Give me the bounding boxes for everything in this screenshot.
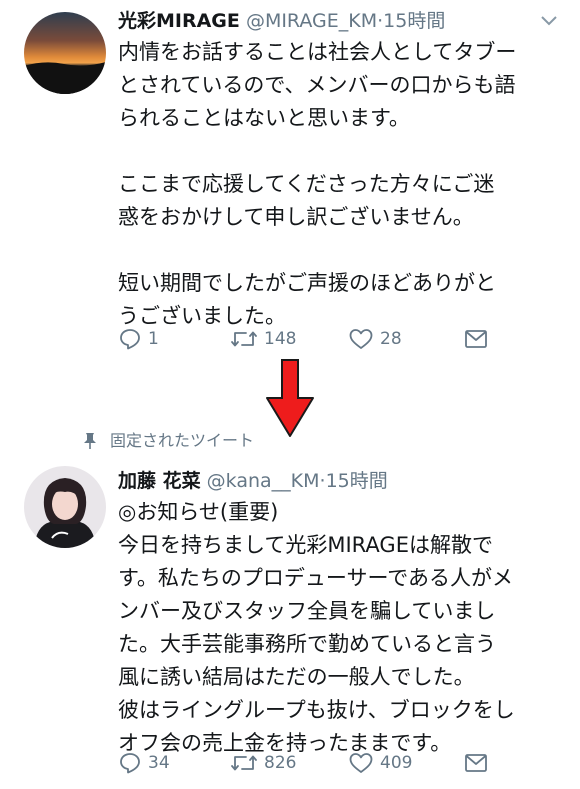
red-down-arrow-icon	[266, 359, 314, 437]
user-handle[interactable]: @kana__KM	[207, 470, 320, 492]
like-count: 409	[380, 753, 413, 773]
tweet-actions: 1 148 28	[118, 324, 558, 354]
tweet-text: 内情をお話することは社会人としてタブー とされているので、メンバーの口からも語 …	[118, 36, 562, 333]
display-name[interactable]: 加藤 花菜	[118, 470, 201, 492]
like-count: 28	[380, 329, 402, 349]
tweet-line: とされているので、メンバーの口からも語	[118, 73, 516, 97]
pinned-tweet-label: 固定されたツイート	[82, 426, 254, 456]
timestamp[interactable]: 15時間	[326, 470, 388, 492]
line-break	[118, 135, 562, 168]
display-name[interactable]: 光彩MIRAGE	[118, 10, 240, 32]
tweet-line: 彼はライングループも抜け、ブロックをし	[118, 698, 515, 722]
user-handle[interactable]: @MIRAGE_KM	[246, 10, 377, 32]
reply-icon	[120, 329, 140, 350]
retweet-count: 826	[264, 753, 297, 773]
timestamp[interactable]: 15時間	[383, 10, 445, 32]
direct-message-button[interactable]	[464, 324, 488, 354]
tweet-actions: 34 826 409	[118, 748, 558, 778]
tweet-line: られることはないと思います。	[118, 106, 410, 130]
heart-icon	[349, 753, 373, 773]
tweet-line: 惑をおかけして申し訳ございません。	[118, 205, 474, 229]
tweet-line: 内情をお話することは社会人としてタブー	[118, 40, 517, 64]
retweet-count: 148	[264, 329, 297, 349]
tweet-text: ◎お知らせ(重要) 今日を持ちまして光彩MIRAGEは解散で す。私たちのプロデ…	[118, 496, 562, 760]
reply-icon	[120, 753, 140, 774]
like-button[interactable]: 28	[348, 324, 402, 354]
chevron-down-icon[interactable]	[540, 13, 558, 27]
reply-count: 34	[148, 753, 170, 773]
tweet-header: 加藤 花菜 @kana__KM·15時間	[118, 466, 562, 496]
tweet-line: ンバー及びスタッフ全員を騙していまし	[118, 599, 496, 623]
avatar[interactable]	[24, 466, 106, 548]
envelope-icon	[465, 330, 487, 348]
tweet-line: す。私たちのプロデューサーである人がメ	[118, 566, 514, 590]
direct-message-button[interactable]	[464, 748, 488, 778]
tweet-header: 光彩MIRAGE @MIRAGE_KM·15時間	[118, 6, 562, 36]
retweet-button[interactable]: 826	[230, 748, 296, 778]
tweet-line: 風に誘い結局はただの一般人でした。	[118, 665, 475, 689]
tweet-line: 今日を持ちまして光彩MIRAGEは解散で	[118, 533, 493, 557]
reply-count: 1	[148, 329, 159, 349]
reply-button[interactable]: 34	[118, 748, 170, 778]
like-button[interactable]: 409	[348, 748, 412, 778]
envelope-icon	[465, 754, 487, 772]
retweet-icon	[231, 331, 257, 347]
tweet-line: た。大手芸能事務所で勤めていると言う	[118, 632, 496, 656]
avatar[interactable]	[24, 12, 106, 94]
tweet-line: ここまで応援してくださった方々にご迷	[118, 172, 495, 196]
reply-button[interactable]: 1	[118, 324, 159, 354]
pin-icon	[84, 433, 96, 449]
retweet-icon	[231, 755, 257, 771]
tweet-line: ◎お知らせ(重要)	[118, 500, 279, 524]
pinned-text: 固定されたツイート	[110, 431, 255, 450]
line-break	[118, 234, 562, 267]
tweet-line: 短い期間でしたがご声援のほどありがと	[118, 271, 496, 295]
retweet-button[interactable]: 148	[230, 324, 296, 354]
heart-icon	[349, 329, 373, 349]
